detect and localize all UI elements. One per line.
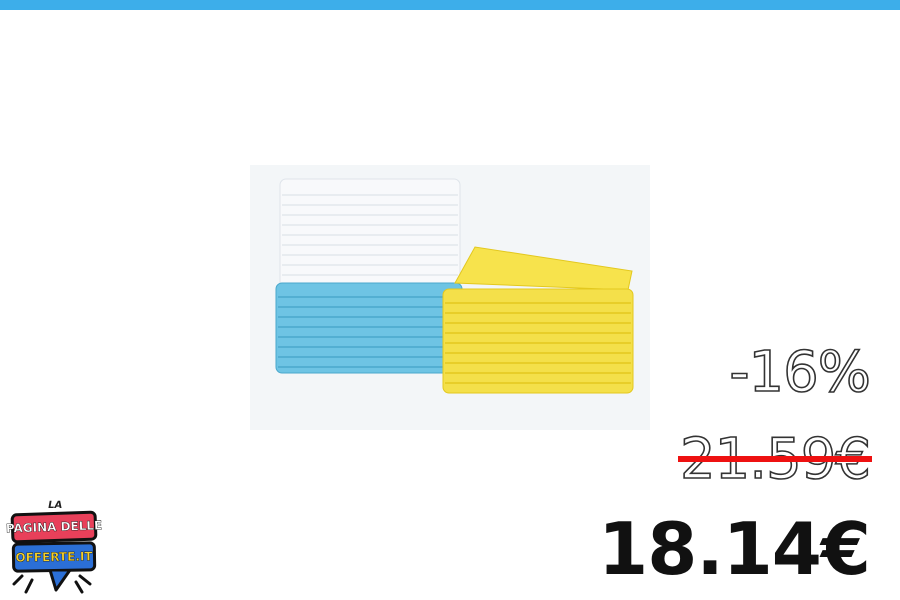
- blue-towels: [275, 282, 463, 374]
- sparkle-lines-icon: [12, 574, 92, 594]
- logo-text-offerte: OFFERTE.IT: [15, 549, 93, 565]
- logo-banner-bottom: OFFERTE.IT: [11, 541, 97, 573]
- strikethrough-line: [678, 456, 872, 462]
- logo-banner-top: PAGINA DELLE: [5, 510, 103, 544]
- logo-text-la: LA: [47, 500, 64, 511]
- yellow-towels: [442, 246, 634, 394]
- product-image: [250, 165, 650, 430]
- site-logo[interactable]: LA PAGINA DELLE OFFERTE.IT: [5, 500, 103, 596]
- discount-percentage: -16%: [729, 339, 872, 406]
- new-price: 18.14€: [598, 507, 871, 591]
- white-towels: [279, 178, 461, 290]
- old-price-container: 21.59€: [678, 422, 872, 498]
- top-accent-bar: [0, 0, 900, 10]
- logo-text-pagina-delle: PAGINA DELLE: [5, 518, 103, 536]
